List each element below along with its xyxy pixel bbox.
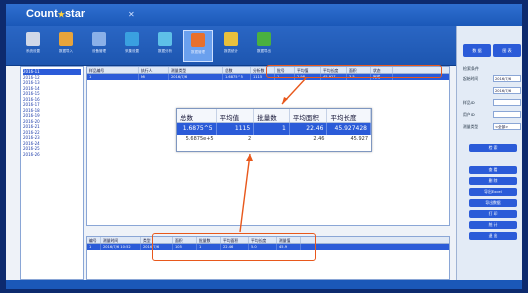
action-button[interactable]: 退 出 [469,232,517,240]
callout-header-cell: 平均面积 [290,109,328,122]
zoomed-values-callout: 总数 平均值 批量数 平均面积 平均长度 1.6875^5 1115 1 22.46 45.92… [176,108,372,152]
field-input[interactable]: 2016/7/6 [493,87,521,94]
field-input[interactable] [493,99,521,106]
field-label: 样品ID [463,100,475,105]
callout-cell [254,135,290,144]
group-title: 检索条件 [463,66,479,71]
callout-header: 总数 平均值 批量数 平均面积 平均长度 [177,109,371,123]
action-button[interactable]: 导出Excel [469,188,517,196]
status-bar [6,280,522,289]
action-button[interactable]: 打 印 [469,210,517,218]
callout-header-cell: 平均值 [217,109,255,122]
callout-cell: 1.6875^5 [177,123,217,135]
action-button[interactable]: 导出数据 [469,199,517,207]
panel-tabs: 数 据 图 表 [457,44,522,58]
field-label: 测量类型 [463,124,479,129]
tab-data[interactable]: 数 据 [463,44,491,57]
callout-cell: 1 [254,123,290,135]
search-button[interactable]: 检 索 [469,144,517,152]
callout-cell: 1115 [217,123,255,135]
app-window: Count★star ✕ 系统设置 数据导入 设备管理 采集设置 数据分析 数据管理 报表统… [6,4,522,289]
callout-cell: 22.46 [290,123,328,135]
action-button[interactable]: 查 看 [469,166,517,174]
field-input[interactable]: 2016/7/6 [493,75,521,82]
field-input[interactable]: <全部> [493,123,521,130]
field-input[interactable] [493,111,521,118]
callout-row: 1.6875^5 1115 1 22.46 45.927428 [177,123,371,135]
callout-header-cell: 批量数 [254,109,290,122]
callout-row: 5.6875e+5 2 2.46 45.927 [177,135,371,144]
callout-header-cell: 平均长度 [327,109,371,122]
action-button[interactable]: 统 计 [469,221,517,229]
callout-header-cell: 总数 [177,109,217,122]
callout-cell: 45.927 [350,136,369,142]
action-button[interactable]: 删 除 [469,177,517,185]
callout-cell: 5.6875e+5 [185,136,214,142]
query-panel: 数 据 图 表 检索条件 起始时间 2016/7/6 2016/7/6 样品ID 用户I… [456,26,522,280]
callout-cell: 45.927428 [327,123,371,135]
field-label: 用户ID [463,112,475,117]
tab-chart[interactable]: 图 表 [493,44,521,57]
callout-cell: 2 [248,136,252,142]
callout-cell: 2.46 [313,136,325,142]
field-label: 起始时间 [463,76,479,81]
